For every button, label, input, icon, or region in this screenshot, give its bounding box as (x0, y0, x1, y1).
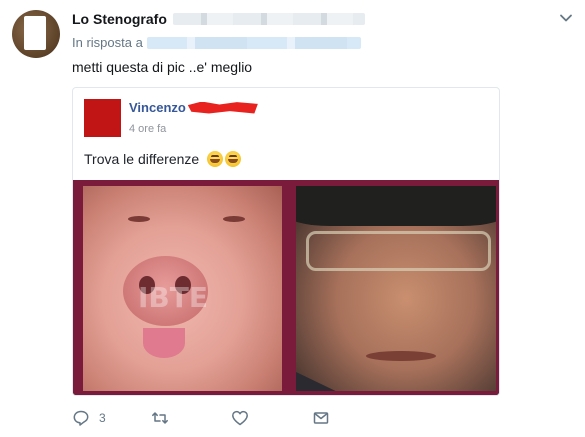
man-suit (296, 372, 346, 391)
grinning-emoji-icon (225, 151, 242, 167)
reply-count: 3 (99, 411, 106, 425)
post-author-redaction (187, 101, 258, 114)
pig-tongue (143, 328, 185, 358)
grinning-emoji-icon (207, 151, 224, 167)
avatar-redaction (24, 16, 46, 50)
pig-eye (128, 216, 150, 222)
retweet-button[interactable] (151, 409, 169, 427)
pig-eye (223, 216, 245, 222)
post-avatar (84, 99, 121, 137)
envelope-icon (313, 412, 329, 424)
man-mouth (366, 351, 436, 361)
handle-redaction (172, 13, 365, 25)
like-button[interactable] (231, 409, 249, 427)
photo-watermark: IBTE (138, 281, 208, 314)
reply-button[interactable]: 3 (72, 409, 106, 427)
post-text: Trova le differenze (84, 151, 200, 167)
author-name[interactable]: Lo Stenografo (72, 11, 167, 27)
post-photo[interactable]: IBTE (73, 180, 499, 395)
post-author: Vincenzo (129, 100, 258, 115)
embedded-post-card[interactable]: Vincenzo 4 ore fa Trova le differenze IB… (72, 87, 500, 396)
heart-icon (232, 410, 248, 426)
tweet-text: metti questa di pic ..e' meglio (72, 59, 253, 75)
direct-message-button[interactable] (312, 409, 330, 427)
photo-man (296, 186, 496, 391)
post-text-row: Trova le differenze (84, 151, 242, 167)
tweet-header: Lo Stenografo (72, 9, 365, 29)
man-glasses (306, 231, 491, 271)
reply-context: In risposta a (72, 35, 361, 50)
post-timestamp: 4 ore fa (129, 123, 167, 135)
photo-pig: IBTE (83, 186, 282, 391)
man-hair (296, 186, 496, 226)
photo-divider (282, 180, 296, 395)
post-author-name: Vincenzo (129, 100, 186, 115)
reply-icon (73, 410, 89, 426)
retweet-icon (152, 412, 168, 424)
avatar[interactable] (12, 10, 60, 58)
tweet: Lo Stenografo In risposta a metti questa… (0, 0, 585, 437)
reply-mentions-redaction[interactable] (146, 36, 361, 49)
reply-prefix: In risposta a (72, 35, 143, 50)
chevron-down-icon[interactable] (558, 10, 574, 26)
